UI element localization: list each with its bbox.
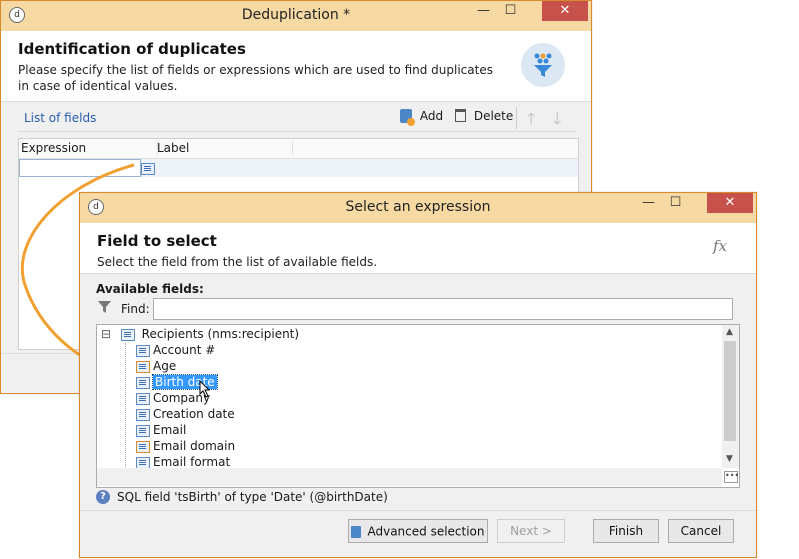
move-down-icon[interactable]: 🡓 (553, 108, 561, 135)
tree-item[interactable]: Account # (136, 342, 215, 358)
field-icon (136, 392, 150, 405)
minimize-button[interactable]: — (470, 1, 497, 21)
add-label: Add (419, 108, 444, 123)
tree-item[interactable]: Age (136, 358, 176, 374)
close-button[interactable]: ✕ (542, 1, 588, 21)
sql-field-info: SQL field 'tsBirth' of type 'Date' (@bir… (117, 490, 388, 504)
minimize-button[interactable]: — (635, 193, 662, 213)
horizontal-bar (97, 468, 722, 486)
dedup-header: Identification of duplicates Please spec… (1, 31, 591, 102)
maximize-button[interactable]: ☐ (497, 1, 524, 21)
tree-item-label: Email (153, 423, 187, 437)
header-title: Field to select (97, 232, 217, 250)
delete-button[interactable]: Delete (455, 108, 513, 128)
tree-item-label: Email domain (153, 439, 236, 453)
add-button[interactable]: Add (400, 108, 443, 128)
tree-item-selected[interactable]: Birth date (136, 374, 218, 398)
tree-root[interactable]: ⊟ Recipients (nms:recipient) (101, 326, 299, 342)
advanced-selection-label: Advanced selection (367, 524, 485, 539)
delete-label: Delete (473, 108, 514, 123)
footer-divider (80, 510, 756, 511)
tree-item-label: Account # (153, 343, 216, 357)
expr-titlebar[interactable]: d Select an expression — ☐ ✕ (80, 193, 756, 223)
table-icon (120, 328, 135, 341)
tree-item-label: Age (153, 359, 177, 373)
list-toolbar: List of fields Add Delete 🡑 🡓 (18, 105, 577, 132)
fields-tree: ⊟ Recipients (nms:recipient) Account # A… (96, 324, 740, 488)
finish-button[interactable]: Finish (593, 519, 659, 543)
next-button[interactable]: Next > (497, 519, 565, 543)
select-expression-window: d Select an expression — ☐ ✕ Field to se… (79, 192, 757, 558)
expression-input-row (19, 159, 578, 177)
dedup-filter-icon (521, 43, 565, 87)
scroll-down-icon[interactable]: ▼ (726, 454, 733, 464)
tree-root-label: Recipients (nms:recipient) (141, 327, 300, 341)
find-label: Find: (121, 302, 150, 316)
scroll-up-icon[interactable]: ▲ (726, 327, 733, 337)
tree-guide-line (125, 343, 127, 473)
tree-item-label: Company (153, 391, 211, 405)
tree-item[interactable]: Company (136, 390, 210, 406)
available-fields-label: Available fields: (96, 282, 204, 296)
grid-header: Expression Label (19, 139, 578, 159)
field-icon (136, 456, 150, 469)
cancel-button[interactable]: Cancel (668, 519, 734, 543)
computed-field-icon (136, 440, 150, 453)
trash-icon (455, 109, 466, 122)
fx-icon: fx (713, 237, 728, 255)
edit-expression-icon[interactable] (141, 161, 158, 175)
computed-field-icon (136, 360, 150, 373)
filter-icon (98, 301, 111, 317)
tree-item[interactable]: Creation date (136, 406, 235, 422)
toolbar-divider (516, 107, 517, 129)
header-description: Please specify the list of fields or exp… (18, 63, 493, 93)
column-label[interactable]: Label (157, 141, 293, 155)
column-expression[interactable]: Expression (19, 141, 158, 155)
scroll-thumb[interactable] (724, 341, 736, 441)
tree-item-label: Email format (153, 455, 231, 469)
collapse-icon[interactable]: ⊟ (101, 326, 113, 342)
field-icon (136, 424, 150, 437)
add-icon (400, 108, 415, 126)
tree-item-label: Creation date (153, 407, 235, 421)
close-button[interactable]: ✕ (707, 193, 753, 213)
expression-input[interactable] (19, 159, 141, 177)
header-title: Identification of duplicates (18, 40, 246, 58)
maximize-button[interactable]: ☐ (662, 193, 689, 213)
field-icon (136, 376, 150, 389)
dedup-titlebar[interactable]: d Deduplication * — ☐ ✕ (1, 1, 591, 31)
help-icon: ? (96, 490, 110, 504)
field-icon (136, 344, 150, 357)
vertical-scrollbar[interactable]: ▲ ▼ (722, 325, 739, 468)
expr-header: Field to select Select the field from th… (80, 223, 756, 274)
advanced-selection-button[interactable]: Advanced selection (348, 519, 488, 543)
find-input[interactable] (153, 298, 733, 320)
list-of-fields-label: List of fields (24, 111, 97, 125)
move-up-icon[interactable]: 🡑 (527, 108, 535, 135)
clipboard-icon (351, 525, 362, 538)
field-icon (136, 408, 150, 421)
tree-item[interactable]: Email (136, 422, 186, 438)
more-options-icon[interactable]: ••• (724, 471, 739, 483)
tree-item[interactable]: Email domain (136, 438, 235, 454)
header-description: Select the field from the list of availa… (97, 255, 378, 269)
